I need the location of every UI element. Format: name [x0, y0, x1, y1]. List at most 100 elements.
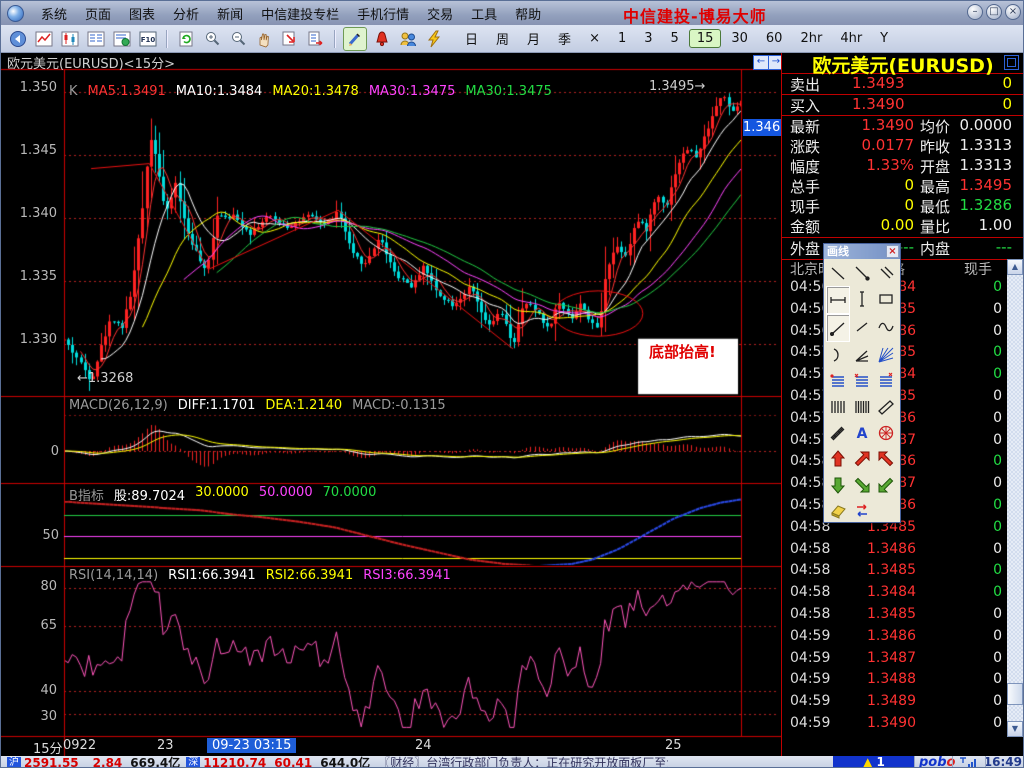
period-button[interactable]: ×	[581, 29, 608, 48]
menu-item[interactable]: 系统	[32, 2, 76, 25]
gann-grid-1[interactable]	[826, 368, 850, 394]
maximize-button[interactable]: □	[986, 4, 1002, 20]
panel-maximize-button[interactable]	[1004, 55, 1019, 70]
scrollbar-track[interactable]	[1007, 275, 1023, 721]
draw-pen[interactable]	[343, 27, 367, 51]
shanghai-amount: 669.4亿	[130, 754, 180, 768]
angle-fan[interactable]	[850, 342, 874, 368]
gann-grid-2[interactable]	[850, 368, 874, 394]
tick-row[interactable]: 04:59 1.3486 0	[782, 628, 1010, 650]
arrow-up-red[interactable]	[826, 446, 850, 472]
transfer-arrows[interactable]	[850, 498, 874, 524]
close-button[interactable]: ×	[1005, 4, 1021, 20]
menu-item[interactable]: 手机行情	[348, 2, 418, 25]
period-button[interactable]: Y	[872, 29, 896, 48]
tick-row[interactable]: 04:58 1.3485 0	[782, 606, 1010, 628]
line-mid[interactable]	[850, 314, 874, 340]
shenzhen-badge: 深	[186, 757, 200, 768]
text-tool[interactable]: A	[850, 420, 874, 446]
tick-row[interactable]: 04:59 1.3487 0	[782, 650, 1010, 672]
period-button[interactable]: 季	[550, 27, 579, 50]
menu-item[interactable]: 中信建投专栏	[252, 2, 348, 25]
line-down-dot[interactable]	[850, 260, 874, 286]
period-button[interactable]: 3	[636, 29, 660, 48]
draw-palette[interactable]: 画线 × A	[823, 243, 901, 523]
menu-item[interactable]: 帮助	[506, 2, 550, 25]
users[interactable]	[397, 28, 419, 50]
vert-grid-2[interactable]	[850, 394, 874, 420]
annotation-note[interactable]: 底部抬高!	[649, 341, 716, 362]
gann-fan[interactable]	[874, 342, 898, 368]
regression-channel[interactable]	[826, 420, 850, 446]
lightning[interactable]	[423, 28, 445, 50]
period-button[interactable]: 日	[457, 27, 486, 50]
blank[interactable]	[874, 498, 898, 524]
period-button[interactable]: 30	[723, 29, 756, 48]
tick-row[interactable]: 04:59 1.3489 0	[782, 693, 1010, 715]
gann-grid-3[interactable]	[874, 368, 898, 394]
scrollbar[interactable]: ▲ ▼	[1007, 259, 1023, 737]
eraser[interactable]	[826, 498, 850, 524]
period-button[interactable]: 月	[519, 27, 548, 50]
rectangle[interactable]	[874, 286, 898, 312]
period-button[interactable]: 1	[610, 29, 634, 48]
menu-item[interactable]: 页面	[76, 2, 120, 25]
minimize-button[interactable]: –	[967, 4, 983, 20]
wave[interactable]	[874, 314, 898, 340]
tick-row[interactable]: 04:58 1.3486 0	[782, 541, 1010, 563]
arrow-upright-red[interactable]	[850, 446, 874, 472]
alarm-bell[interactable]	[371, 28, 393, 50]
tick-row[interactable]: 04:59 1.3490 0	[782, 715, 1010, 737]
back[interactable]	[7, 28, 29, 50]
page-next[interactable]	[305, 28, 327, 50]
page-prev-button[interactable]: ←	[753, 55, 769, 70]
palette-close-icon[interactable]: ×	[886, 245, 899, 258]
refresh[interactable]	[175, 28, 197, 50]
arc[interactable]	[826, 342, 850, 368]
period-button[interactable]: 周	[488, 27, 517, 50]
news-ticker[interactable]: 〖财经〗台湾行政部门负责人：正在研究开放面板厂至大陆参股及并购...	[378, 754, 668, 768]
cycle-circle[interactable]	[874, 420, 898, 446]
legend-item: B指标	[69, 485, 104, 504]
palette-title-bar[interactable]: 画线 ×	[824, 244, 900, 259]
channel[interactable]	[874, 394, 898, 420]
horizontal-line[interactable]	[826, 286, 850, 314]
zoom-in[interactable]	[201, 28, 223, 50]
quote-list[interactable]	[85, 28, 107, 50]
zoom-out[interactable]	[227, 28, 249, 50]
arrow-upleft-red[interactable]	[874, 446, 898, 472]
vertical-line[interactable]	[850, 286, 874, 312]
tick-row[interactable]: 04:58 1.3484 0	[782, 584, 1010, 606]
page-down[interactable]	[279, 28, 301, 50]
menu-item[interactable]: 图表	[120, 2, 164, 25]
scrollbar-thumb[interactable]	[1007, 683, 1023, 705]
period-button[interactable]: 2hr	[792, 29, 830, 48]
period-button[interactable]: 4hr	[832, 29, 870, 48]
app-logo-icon[interactable]	[7, 5, 24, 22]
arrow-downleft-green[interactable]	[874, 472, 898, 498]
vert-grid-1[interactable]	[826, 394, 850, 420]
period-button[interactable]: 60	[758, 29, 791, 48]
f10[interactable]: F10	[137, 28, 159, 50]
line-chart[interactable]	[33, 28, 55, 50]
scroll-down-icon[interactable]: ▼	[1007, 721, 1023, 737]
parallel-lines[interactable]	[874, 260, 898, 286]
menu-item[interactable]: 新闻	[208, 2, 252, 25]
tick-row[interactable]: 04:58 1.3485 0	[782, 562, 1010, 584]
scroll-up-icon[interactable]: ▲	[1007, 259, 1023, 275]
kline[interactable]	[59, 28, 81, 50]
menu-item[interactable]: 交易	[418, 2, 462, 25]
tick-row[interactable]: 04:59 1.3488 0	[782, 671, 1010, 693]
arrow-down-green[interactable]	[826, 472, 850, 498]
menu-item[interactable]: 分析	[164, 2, 208, 25]
field-label: 昨收	[920, 136, 950, 157]
hand[interactable]	[253, 28, 275, 50]
line-down[interactable]	[826, 260, 850, 286]
arrow-downright-green[interactable]	[850, 472, 874, 498]
period-button[interactable]: 15	[689, 29, 722, 48]
line-up[interactable]	[826, 314, 850, 342]
period-button[interactable]: 5	[663, 29, 687, 48]
alert-indicator[interactable]: ▲ 1	[833, 756, 915, 768]
report[interactable]	[111, 28, 133, 50]
menu-item[interactable]: 工具	[462, 2, 506, 25]
